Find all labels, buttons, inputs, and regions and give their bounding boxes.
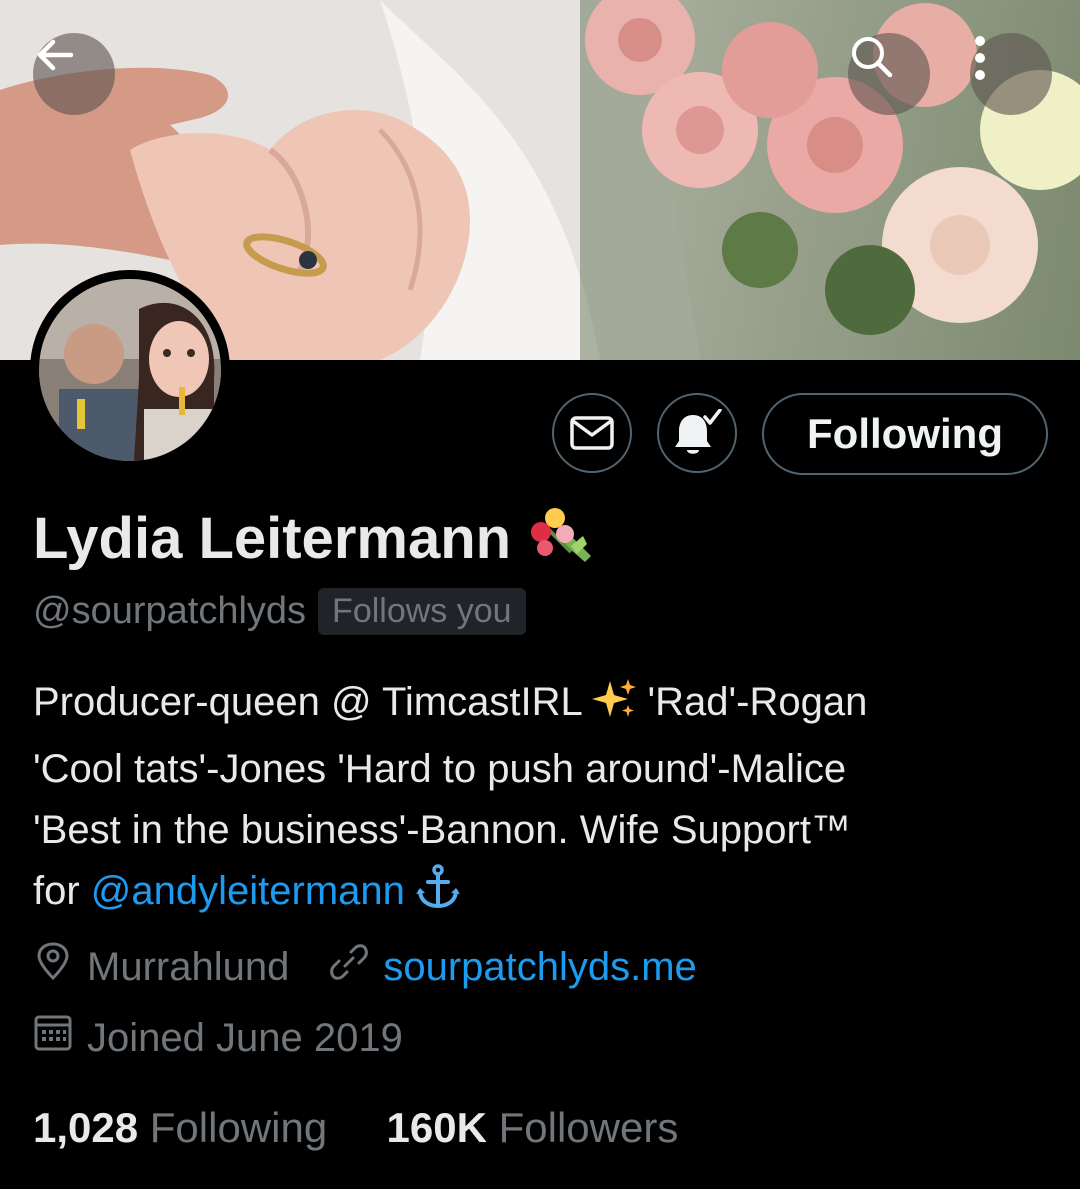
more-vertical-icon xyxy=(975,36,985,80)
avatar-photo xyxy=(39,279,221,461)
avatar[interactable] xyxy=(30,270,230,470)
notifications-button[interactable] xyxy=(657,393,737,473)
anchor-emoji-icon xyxy=(416,864,461,928)
sparkles-emoji-icon xyxy=(592,677,637,739)
bio-line-4: for @andyleitermann xyxy=(33,861,1043,928)
followers-label: Followers xyxy=(498,1104,679,1151)
bio-line-1: Producer-queen @ TimcastIRL 'Rad'-Rogan xyxy=(33,672,1043,739)
location-text: Murrahlund xyxy=(87,944,290,989)
bio-text: Producer-queen @ TimcastIRL xyxy=(33,680,593,724)
profile-name: Lydia Leitermann xyxy=(33,505,597,580)
username-handle: @sourpatchlyds xyxy=(33,590,307,632)
back-button[interactable] xyxy=(33,33,115,115)
bio-text: 'Rad'-Rogan xyxy=(636,680,868,724)
joined-date: Joined June 2019 xyxy=(87,1015,403,1060)
following-label: Following xyxy=(149,1104,328,1151)
following-button[interactable]: Following xyxy=(762,393,1048,475)
bio-line-3: 'Best in the business'-Bannon. Wife Supp… xyxy=(33,808,851,852)
website-link[interactable]: sourpatchlyds.me xyxy=(383,945,696,990)
more-options-button[interactable] xyxy=(970,33,1052,115)
follow-counts: 1,028 Following 160K Followers xyxy=(33,1104,678,1152)
calendar-icon xyxy=(33,1013,73,1063)
location-pin-icon xyxy=(33,942,73,992)
bell-check-icon xyxy=(675,409,722,454)
link-icon xyxy=(329,942,369,992)
message-button[interactable] xyxy=(552,393,632,473)
display-name: Lydia Leitermann xyxy=(33,506,512,571)
bio-text: for xyxy=(33,869,91,913)
search-button[interactable] xyxy=(848,33,930,115)
profile-meta-joined: Joined June 2019 xyxy=(33,1013,403,1063)
handle-row: @sourpatchlyds Follows you xyxy=(33,588,526,635)
followers-count-link[interactable]: 160K Followers xyxy=(387,1104,679,1151)
bouquet-emoji-icon xyxy=(525,506,597,580)
followers-count: 160K xyxy=(386,1104,487,1151)
mention-link[interactable]: @andyleitermann xyxy=(91,869,405,913)
mail-icon xyxy=(570,416,614,450)
search-icon xyxy=(852,37,893,78)
profile-bio: Producer-queen @ TimcastIRL 'Rad'-Rogan … xyxy=(33,672,1043,928)
follows-you-badge: Follows you xyxy=(318,588,526,635)
profile-meta-location-website: Murrahlund sourpatchlyds.me xyxy=(33,942,697,992)
following-count-link[interactable]: 1,028 Following xyxy=(33,1104,327,1151)
following-count: 1,028 xyxy=(33,1104,139,1151)
bio-line-2: 'Cool tats'-Jones 'Hard to push around'-… xyxy=(33,747,847,791)
arrow-left-icon xyxy=(37,39,74,71)
